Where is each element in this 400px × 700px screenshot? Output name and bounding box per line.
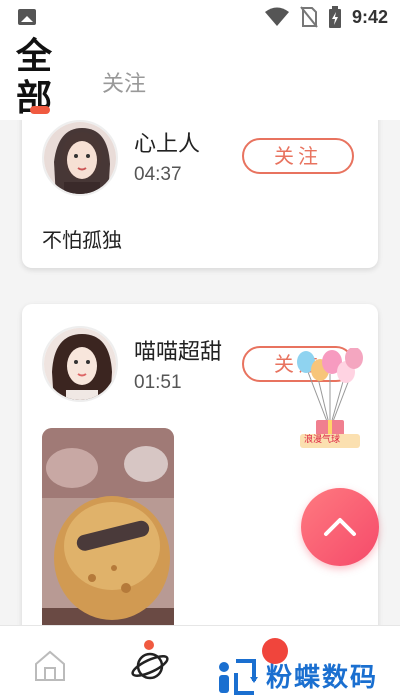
status-right: 9:42 xyxy=(264,6,388,28)
post-username[interactable]: 喵喵超甜 xyxy=(134,334,222,366)
avatar[interactable] xyxy=(42,326,118,402)
follow-button[interactable]: 关注 xyxy=(242,138,354,174)
watermark-text: 粉蝶数码 xyxy=(266,662,379,693)
post-time: 01:51 xyxy=(134,372,182,393)
home-icon xyxy=(35,650,65,681)
wifi-icon xyxy=(264,7,289,26)
planet-icon xyxy=(131,652,169,680)
clock-time: 9:42 xyxy=(351,6,388,27)
battery-charging-icon xyxy=(328,6,341,28)
post-card[interactable]: 心上人 04:37 关注 不怕孤独 xyxy=(22,120,378,268)
avatar[interactable] xyxy=(42,120,118,196)
post-text: 不怕孤独 xyxy=(42,228,122,252)
photo-icon xyxy=(18,9,36,25)
post-time: 04:37 xyxy=(134,164,182,185)
post-username[interactable]: 心上人 xyxy=(134,126,200,158)
chevron-up-icon xyxy=(324,518,356,536)
nav-home[interactable] xyxy=(30,646,70,686)
watermark: 粉蝶数码 xyxy=(202,638,400,700)
no-sim-icon xyxy=(300,6,318,28)
scroll-to-top-button[interactable] xyxy=(301,488,379,566)
active-tab-indicator xyxy=(30,106,50,114)
gift-balloons-icon[interactable]: 浪漫气球 xyxy=(290,347,370,452)
header: 全部 关注 xyxy=(0,34,400,120)
post-image[interactable] xyxy=(42,428,174,625)
watermark-logo-icon xyxy=(219,659,258,695)
gift-label: 浪漫气球 xyxy=(304,435,341,445)
tab-following[interactable]: 关注 xyxy=(102,66,146,98)
nav-discover[interactable] xyxy=(130,640,170,686)
status-bar: 9:42 xyxy=(0,0,400,34)
message-badge xyxy=(262,638,288,664)
notification-dot xyxy=(144,640,154,650)
